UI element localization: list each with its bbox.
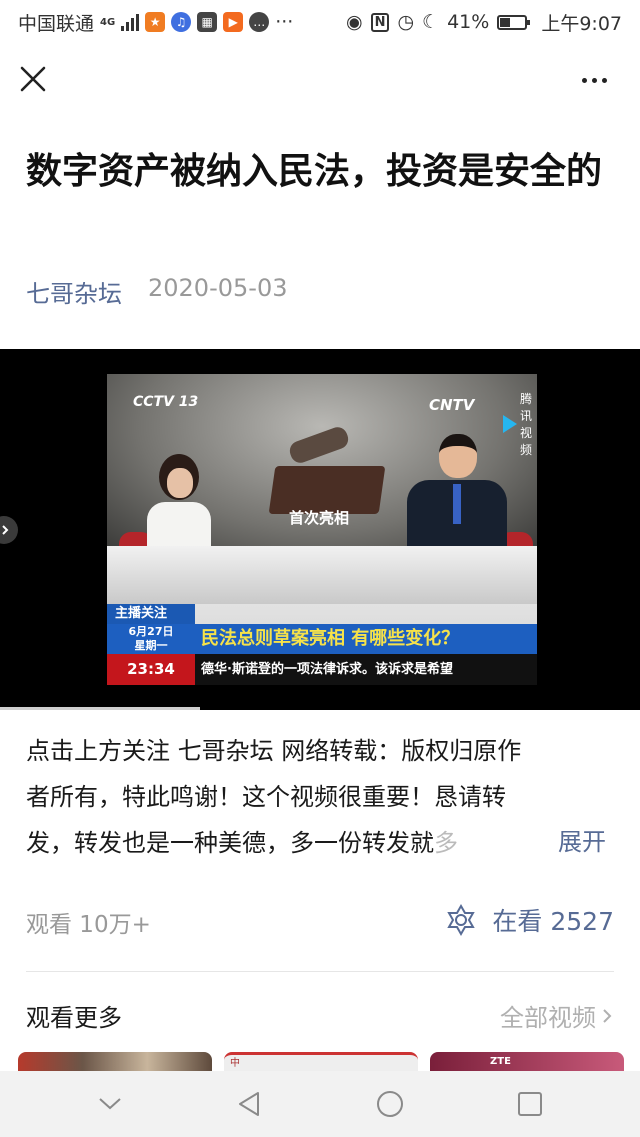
signal-icon xyxy=(121,13,140,31)
battery-percent: 41% xyxy=(447,11,490,33)
ticker-date: 6月27日 星期一 xyxy=(107,624,195,654)
publish-date: 2020-05-03 xyxy=(148,274,288,302)
video-progress-bar[interactable] xyxy=(0,707,200,710)
ticker-time: 23:34 xyxy=(107,654,195,685)
channel-logo: CCTV 13 xyxy=(133,394,199,410)
chevron-down-icon xyxy=(99,1098,121,1110)
recents-button[interactable] xyxy=(508,1082,552,1126)
calendar-icon: ▦ xyxy=(197,12,218,32)
ticker-date-day: 6月27日 xyxy=(128,625,174,638)
nav-bar xyxy=(0,44,640,120)
female-anchor-image xyxy=(147,454,215,556)
description-line: 点击上方关注 七哥杂坛 网络转载：版权归原作 xyxy=(26,737,522,765)
tencent-logo-text: 腾讯视频 xyxy=(520,392,533,457)
video-frame: CCTV 13 CNTV 腾讯视频 首次亮相 主播关注 6月27日 星期一 民法… xyxy=(107,374,537,685)
close-button[interactable] xyxy=(18,64,48,94)
video-app-icon: ▶ xyxy=(223,12,244,32)
news-desk-image xyxy=(107,546,537,604)
scene-label: 首次亮相 xyxy=(289,509,350,527)
back-triangle-icon xyxy=(239,1092,259,1116)
play-logo-icon xyxy=(503,415,517,433)
author-link[interactable]: 七哥杂坛 xyxy=(26,274,122,309)
description-line: 发，转发也是一种美德，多一份转发就多 xyxy=(26,820,616,866)
cntv-logo: CNTV xyxy=(429,396,475,414)
ticker-date-weekday: 星期一 xyxy=(134,639,168,652)
flower-icon xyxy=(447,903,476,937)
eye-icon: ◉ xyxy=(345,11,363,33)
view-count: 观看 10万+ xyxy=(26,912,151,938)
battery-icon xyxy=(497,14,531,30)
more-notifications-icon: ··· xyxy=(275,11,294,33)
back-button[interactable] xyxy=(228,1082,272,1126)
carrier-label: 中国联通 xyxy=(18,12,95,35)
dot-icon xyxy=(582,77,587,83)
dot-icon xyxy=(602,77,607,83)
status-bar: 中国联通 4G ★ ♫ ▦ ▶ … ··· ◉ N ◷ ☾ 41% 上午9:07 xyxy=(0,0,640,44)
hide-nav-button[interactable] xyxy=(88,1082,132,1126)
nfc-icon: N xyxy=(370,12,390,32)
description-line-text: 发，转发也是一种美德，多一份转发就 xyxy=(26,829,434,857)
all-videos-link[interactable]: 全部视频 xyxy=(500,998,614,1033)
video-description: 点击上方关注 七哥杂坛 网络转载：版权归原作 者所有，特此鸣谢！这个视频很重要！… xyxy=(26,728,616,866)
home-button[interactable] xyxy=(368,1082,412,1126)
recents-square-icon xyxy=(518,1092,542,1116)
alarm-icon: ◷ xyxy=(397,11,415,33)
clock-time: 上午9:07 xyxy=(541,12,622,35)
chat-icon: … xyxy=(249,12,270,32)
moon-icon: ☾ xyxy=(422,11,440,33)
watching-button[interactable]: 在看 2527 xyxy=(444,902,614,938)
expand-button[interactable]: 展开 xyxy=(558,822,606,857)
more-options-button[interactable] xyxy=(582,74,614,86)
more-videos-title: 观看更多 xyxy=(26,1004,122,1032)
tencent-video-logo: 腾讯视频 xyxy=(503,390,537,458)
app-notification-icon: ★ xyxy=(145,12,166,32)
description-fade-text: 多 xyxy=(434,829,458,857)
ticker-headline: 民法总则草案亮相 有哪些变化？ xyxy=(195,624,537,654)
article-meta: 七哥杂坛 2020-05-03 xyxy=(26,274,287,309)
chevron-right-icon xyxy=(2,525,9,535)
home-circle-icon xyxy=(377,1091,403,1117)
system-nav-bar xyxy=(0,1071,640,1137)
divider xyxy=(26,971,614,972)
close-icon xyxy=(20,66,46,92)
video-player[interactable]: CCTV 13 CNTV 腾讯视频 首次亮相 主播关注 6月27日 星期一 民法… xyxy=(0,349,640,710)
chevron-right-icon xyxy=(603,1008,612,1023)
music-icon: ♫ xyxy=(171,12,192,32)
network-label: 4G xyxy=(100,16,116,28)
all-videos-label: 全部视频 xyxy=(500,1004,596,1032)
ticker-header: 主播关注 xyxy=(107,604,195,624)
description-line: 者所有，特此鸣谢！这个视频很重要！恳请转 xyxy=(26,783,506,811)
dot-icon xyxy=(592,77,597,83)
watching-count: 在看 2527 xyxy=(492,907,614,936)
ticker-news: 德华·斯诺登的一项法律诉求。该诉求是希望 xyxy=(195,654,537,685)
side-expand-button[interactable] xyxy=(0,516,18,544)
article-title: 数字资产被纳入民法，投资是安全的 xyxy=(26,151,603,192)
